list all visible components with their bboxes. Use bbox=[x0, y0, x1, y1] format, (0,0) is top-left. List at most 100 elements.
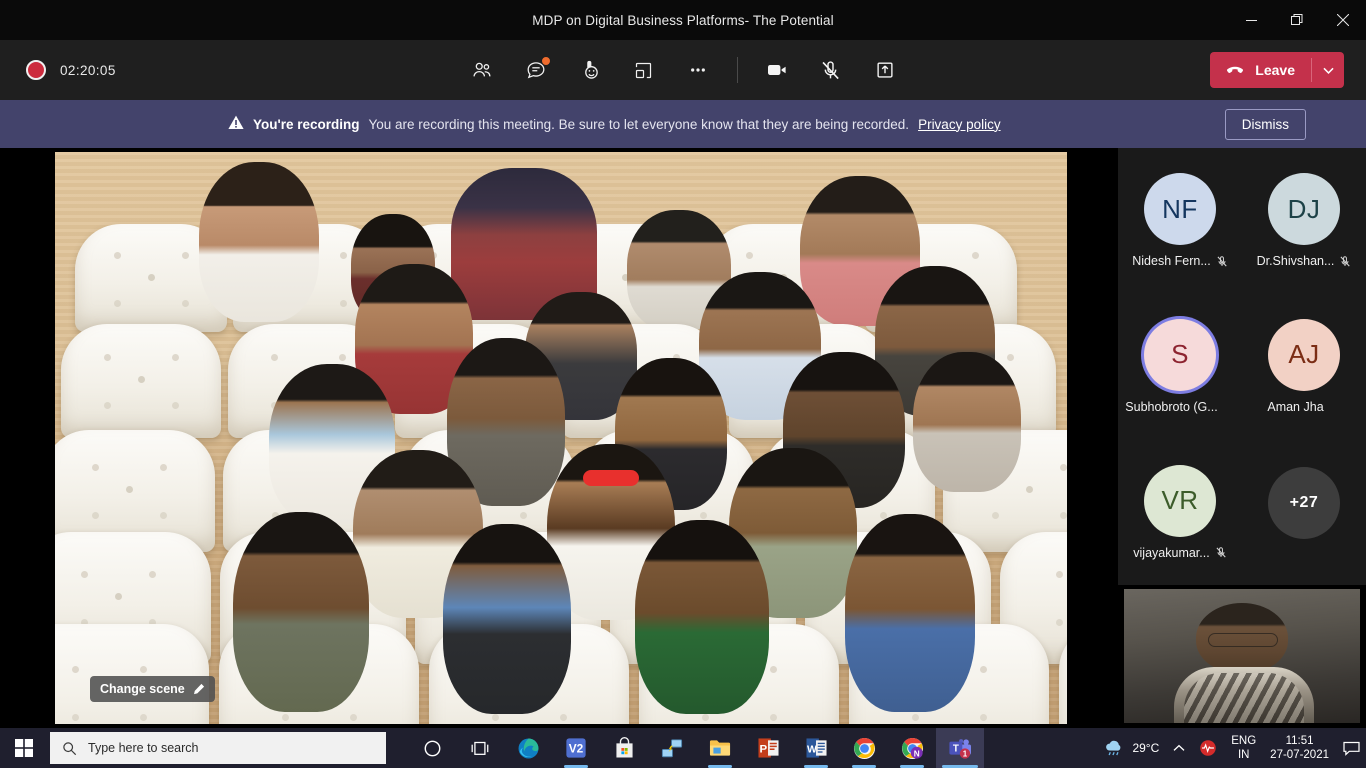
cortana-icon bbox=[424, 740, 440, 756]
powerpoint-button[interactable]: P bbox=[744, 728, 792, 768]
participant-tile[interactable]: AJ Aman Jha bbox=[1242, 294, 1366, 440]
avatar-initials: AJ bbox=[1288, 339, 1320, 370]
participant-video-cutout bbox=[443, 524, 571, 714]
avatar-initials: VR bbox=[1161, 485, 1199, 516]
self-video-tile[interactable] bbox=[1118, 585, 1366, 728]
people-icon bbox=[472, 62, 491, 77]
remote-connection-button[interactable] bbox=[648, 728, 696, 768]
participant-name-row: Aman Jha bbox=[1267, 400, 1340, 414]
svg-text:T: T bbox=[953, 743, 959, 754]
leave-options-button[interactable] bbox=[1312, 52, 1344, 88]
notification-center-button[interactable] bbox=[1336, 728, 1366, 768]
participant-name-row: vijayakumar... bbox=[1133, 546, 1226, 560]
windows-start-icon bbox=[15, 739, 33, 757]
task-view-button[interactable] bbox=[456, 728, 504, 768]
together-mode-video[interactable]: Change scene bbox=[55, 152, 1067, 724]
show-hidden-icons-button[interactable] bbox=[1166, 728, 1192, 768]
change-scene-button[interactable]: Change scene bbox=[90, 676, 215, 702]
leave-button-label: Leave bbox=[1255, 62, 1295, 78]
red-glasses-participant bbox=[583, 470, 639, 486]
system-tray: 29°C ENG IN 11:51 27-07-2021 bbox=[1097, 728, 1366, 768]
participant-name-row: Nidesh Fern... bbox=[1132, 254, 1228, 268]
mic-muted-icon bbox=[1215, 546, 1227, 559]
window-title: MDP on Digital Business Platforms- The P… bbox=[532, 12, 834, 28]
participant-name-row: Subhobroto (G... bbox=[1125, 400, 1234, 414]
participant-rail: NF Nidesh Fern... DJ Dr.Shivshan... S Su… bbox=[1118, 148, 1366, 728]
windows-start-button[interactable] bbox=[0, 728, 48, 768]
chevron-up-icon bbox=[1173, 744, 1185, 751]
dismiss-button[interactable]: Dismiss bbox=[1224, 108, 1306, 140]
share-screen-icon bbox=[876, 62, 893, 78]
file-explorer-button[interactable] bbox=[696, 728, 744, 768]
task-view-icon bbox=[471, 741, 489, 755]
share-content-button[interactable] bbox=[863, 50, 907, 90]
restore-button[interactable] bbox=[1274, 0, 1320, 40]
avatar: DJ bbox=[1268, 173, 1340, 246]
recording-banner-content: You're recording You are recording this … bbox=[228, 115, 1225, 133]
tray-app-button[interactable] bbox=[1192, 728, 1224, 768]
microsoft-store-button[interactable] bbox=[600, 728, 648, 768]
file-explorer-icon bbox=[709, 740, 730, 756]
more-actions-button[interactable] bbox=[676, 50, 720, 90]
leave-button[interactable]: Leave bbox=[1210, 52, 1311, 88]
overflow-count: +27 bbox=[1289, 494, 1319, 512]
hangup-icon bbox=[1227, 66, 1244, 73]
avatar: S bbox=[1144, 318, 1216, 391]
recording-indicator: 02:20:05 bbox=[26, 60, 116, 80]
red-heartbeat-icon bbox=[1200, 740, 1216, 756]
show-conversation-button[interactable] bbox=[514, 50, 558, 90]
microsoft-teams-button[interactable]: T 1 bbox=[936, 728, 984, 768]
avatar: AJ bbox=[1268, 318, 1340, 391]
word-button[interactable]: W bbox=[792, 728, 840, 768]
avatar-initials: DJ bbox=[1287, 193, 1321, 224]
camera-toggle-button[interactable] bbox=[755, 50, 799, 90]
chrome-button[interactable] bbox=[840, 728, 888, 768]
participant-name: Subhobroto (G... bbox=[1125, 399, 1218, 414]
participant-video-cutout bbox=[199, 162, 319, 322]
show-participants-button[interactable] bbox=[460, 50, 504, 90]
microsoft-teams-icon: T 1 bbox=[949, 738, 971, 759]
recording-banner-strong: You're recording bbox=[253, 116, 360, 132]
participant-tile[interactable]: NF Nidesh Fern... bbox=[1118, 148, 1242, 294]
language-secondary: IN bbox=[1237, 749, 1250, 761]
participant-name-row: Dr.Shivshan... bbox=[1257, 254, 1352, 268]
privacy-policy-link[interactable]: Privacy policy bbox=[918, 117, 1001, 132]
minimize-button[interactable] bbox=[1228, 0, 1274, 40]
toolbar-right-actions: Leave bbox=[1194, 40, 1344, 100]
notification-center-icon bbox=[1342, 741, 1360, 756]
participant-tile[interactable]: VR vijayakumar... bbox=[1118, 439, 1242, 585]
weather-widget[interactable]: 29°C bbox=[1097, 728, 1166, 768]
participant-video-cutout bbox=[635, 520, 769, 714]
chrome-profile-icon: N bbox=[901, 737, 923, 759]
recording-banner: You're recording You are recording this … bbox=[0, 100, 1366, 148]
language-indicator[interactable]: ENG IN bbox=[1224, 728, 1263, 768]
word-icon: W bbox=[805, 738, 827, 758]
chevron-down-icon bbox=[1322, 67, 1334, 74]
participant-name: Dr.Shivshan... bbox=[1256, 254, 1335, 269]
participant-overflow-tile[interactable]: +27 bbox=[1242, 467, 1366, 540]
mic-muted-icon bbox=[1339, 255, 1351, 268]
breakout-rooms-button[interactable] bbox=[622, 50, 666, 90]
clock[interactable]: 11:51 27-07-2021 bbox=[1263, 728, 1336, 768]
pencil-icon bbox=[193, 683, 204, 694]
close-button[interactable] bbox=[1320, 0, 1366, 40]
search-icon bbox=[63, 741, 77, 755]
cortana-button[interactable] bbox=[408, 728, 456, 768]
search-input[interactable]: Type here to search bbox=[50, 732, 386, 764]
meeting-stage: Change scene bbox=[0, 148, 1118, 728]
chrome-profile-button[interactable]: N bbox=[888, 728, 936, 768]
microsoft-edge-button[interactable] bbox=[504, 728, 552, 768]
mic-muted-icon bbox=[1216, 255, 1228, 268]
mic-toggle-button[interactable] bbox=[809, 50, 853, 90]
ellipsis-icon bbox=[690, 68, 705, 72]
show-reactions-button[interactable] bbox=[568, 50, 612, 90]
chat-unread-badge bbox=[540, 56, 551, 66]
participant-tile[interactable]: S Subhobroto (G... bbox=[1118, 294, 1242, 440]
svg-text:V2: V2 bbox=[569, 742, 584, 756]
teams-meeting-window: MDP on Digital Business Platforms- The P… bbox=[0, 0, 1366, 768]
vn-app-button[interactable]: V2 bbox=[552, 728, 600, 768]
microsoft-edge-icon bbox=[518, 738, 538, 758]
participant-tile[interactable]: DJ Dr.Shivshan... bbox=[1242, 148, 1366, 294]
camera-icon bbox=[767, 65, 786, 75]
avatar: VR bbox=[1144, 464, 1216, 537]
